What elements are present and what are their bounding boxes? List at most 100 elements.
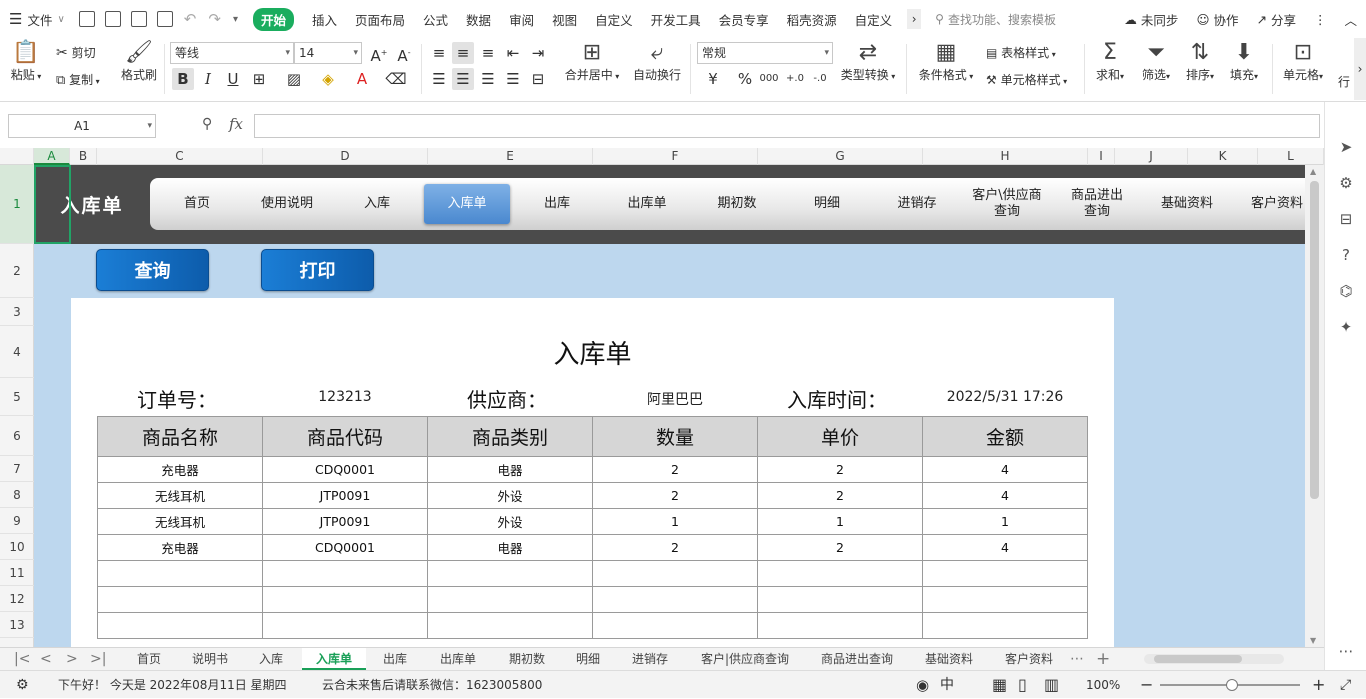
fx-icon[interactable]: fx: [229, 115, 243, 133]
table-cell[interactable]: [592, 612, 758, 639]
column-header[interactable]: L: [1258, 148, 1324, 165]
table-cell[interactable]: 2: [757, 482, 923, 509]
table-cell[interactable]: 2: [592, 534, 758, 561]
column-header[interactable]: I: [1088, 148, 1115, 165]
file-menu[interactable]: ☰ 文件 ∨: [0, 0, 74, 38]
sheet-tab[interactable]: 出库: [368, 648, 422, 670]
nav-button[interactable]: 客户资料: [1234, 184, 1305, 224]
undo-icon[interactable]: ↶: [184, 10, 197, 28]
align-bottom-icon[interactable]: ≡: [477, 42, 499, 64]
export-pdf-icon[interactable]: [104, 11, 121, 27]
formula-input[interactable]: [254, 114, 1320, 138]
table-cell[interactable]: 1: [922, 508, 1088, 535]
print-button[interactable]: 打印: [261, 249, 374, 291]
sheet-tab[interactable]: 商品进出查询: [806, 648, 908, 670]
column-header[interactable]: H: [923, 148, 1088, 165]
redo-icon[interactable]: ↷: [208, 10, 221, 28]
share-button[interactable]: ↗ 分享: [1247, 0, 1305, 38]
table-cell[interactable]: 充电器: [97, 534, 263, 561]
cell-button[interactable]: ⊡ 单元格▾: [1280, 40, 1326, 83]
table-cell[interactable]: [262, 586, 428, 613]
menu-tab[interactable]: 稻壳资源: [778, 0, 846, 38]
font-name-select[interactable]: 等线 ▾: [170, 42, 294, 64]
thousands-icon[interactable]: 000: [758, 68, 780, 90]
nav-button[interactable]: 基础资料: [1144, 184, 1230, 224]
column-header[interactable]: F: [593, 148, 758, 165]
table-cell[interactable]: 4: [922, 482, 1088, 509]
table-cell[interactable]: 充电器: [97, 456, 263, 483]
fill-button[interactable]: ⬇ 填充▾: [1224, 40, 1264, 83]
column-header[interactable]: G: [758, 148, 923, 165]
table-cell[interactable]: [262, 560, 428, 587]
indent-increase-icon[interactable]: ⇥: [527, 42, 549, 64]
sort-button[interactable]: ⇅ 排序▾: [1180, 40, 1220, 83]
collab-button[interactable]: ☺ 协作: [1187, 0, 1247, 38]
layout-icon[interactable]: ⊟: [1337, 210, 1355, 228]
table-cell[interactable]: [757, 586, 923, 613]
page-layout-view-icon[interactable]: ▯: [1018, 671, 1027, 699]
sheet-tab[interactable]: 明细: [562, 648, 614, 670]
decrease-font-icon[interactable]: A-: [393, 42, 415, 65]
lightbulb-icon[interactable]: ✦: [1337, 318, 1355, 336]
table-cell[interactable]: [427, 560, 593, 587]
cursor-icon[interactable]: ➤: [1337, 138, 1355, 156]
menu-tab[interactable]: 数据: [457, 0, 500, 38]
table-cell[interactable]: JTP0091: [262, 482, 428, 509]
horizontal-scrollbar[interactable]: [1144, 654, 1284, 664]
table-cell[interactable]: [97, 612, 263, 639]
ai-icon[interactable]: ⌬: [1337, 282, 1355, 300]
row-header[interactable]: 13: [0, 612, 34, 638]
table-cell[interactable]: [262, 612, 428, 639]
nav-button[interactable]: 出库单: [604, 184, 690, 224]
menu-tab[interactable]: 视图: [543, 0, 586, 38]
zoom-slider-handle[interactable]: [1226, 679, 1238, 691]
table-cell[interactable]: 1: [757, 508, 923, 535]
row-header[interactable]: 3: [0, 298, 34, 326]
menu-tab[interactable]: 自定义: [846, 0, 902, 38]
table-style-button[interactable]: ▤ 表格样式 ▾: [986, 44, 1056, 61]
vertical-scroll-thumb[interactable]: [1310, 181, 1319, 499]
row-header[interactable]: 8: [0, 482, 34, 508]
align-top-icon[interactable]: ≡: [428, 42, 450, 64]
table-cell[interactable]: JTP0091: [262, 508, 428, 535]
collapse-ribbon-button[interactable]: ︿: [1335, 0, 1366, 38]
table-cell[interactable]: 电器: [427, 534, 593, 561]
type-convert-button[interactable]: ⇄ 类型转换 ▾: [838, 40, 898, 83]
row-header[interactable]: 1: [0, 165, 34, 244]
nav-button[interactable]: 客户\供应商 查询: [964, 184, 1050, 224]
eye-protection-icon[interactable]: ◉: [916, 671, 929, 699]
align-right-icon[interactable]: ☰: [477, 68, 499, 90]
table-cell[interactable]: 无线耳机: [97, 482, 263, 509]
menu-tab[interactable]: 公式: [414, 0, 457, 38]
scroll-down-icon[interactable]: ▼: [1310, 636, 1316, 645]
sheet-tab[interactable]: 入库: [244, 648, 298, 670]
row-header[interactable]: 6: [0, 416, 34, 456]
nav-button[interactable]: 出库: [514, 184, 600, 224]
macro-icon[interactable]: ⚙: [16, 671, 29, 699]
add-decimal-icon[interactable]: +.0: [784, 68, 806, 90]
remove-decimal-icon[interactable]: -.0: [809, 68, 831, 90]
sheet-tab[interactable]: 基础资料: [910, 648, 988, 670]
zoom-in-icon[interactable]: +: [1312, 671, 1325, 699]
font-color-icon[interactable]: A: [351, 68, 373, 90]
table-cell[interactable]: 无线耳机: [97, 508, 263, 535]
fill-color-icon[interactable]: ◈: [317, 68, 339, 90]
first-sheet-icon[interactable]: |<: [14, 648, 30, 670]
more-horizontal-icon[interactable]: ⋯: [1337, 642, 1355, 660]
menu-tab[interactable]: 自定义: [586, 0, 642, 38]
horizontal-scroll-thumb[interactable]: [1154, 655, 1242, 663]
settings-sliders-icon[interactable]: ⚙: [1337, 174, 1355, 192]
italic-icon[interactable]: I: [197, 68, 219, 90]
nav-button[interactable]: 首页: [154, 184, 240, 224]
function-search[interactable]: ⚲ 查找功能、搜索模板: [935, 11, 1056, 28]
table-cell[interactable]: 电器: [427, 456, 593, 483]
menu-tab[interactable]: 开发工具: [642, 0, 710, 38]
table-cell[interactable]: [922, 560, 1088, 587]
save-icon[interactable]: [78, 11, 95, 27]
sheet-tab[interactable]: 进销存: [616, 648, 684, 670]
menu-tab[interactable]: 页面布局: [346, 0, 414, 38]
vertical-scrollbar[interactable]: ▲ ▼: [1305, 165, 1324, 647]
more-sheets-icon[interactable]: ⋯: [1070, 648, 1084, 670]
normal-view-icon[interactable]: ▦: [992, 671, 1007, 699]
last-sheet-icon[interactable]: >|: [90, 648, 106, 670]
